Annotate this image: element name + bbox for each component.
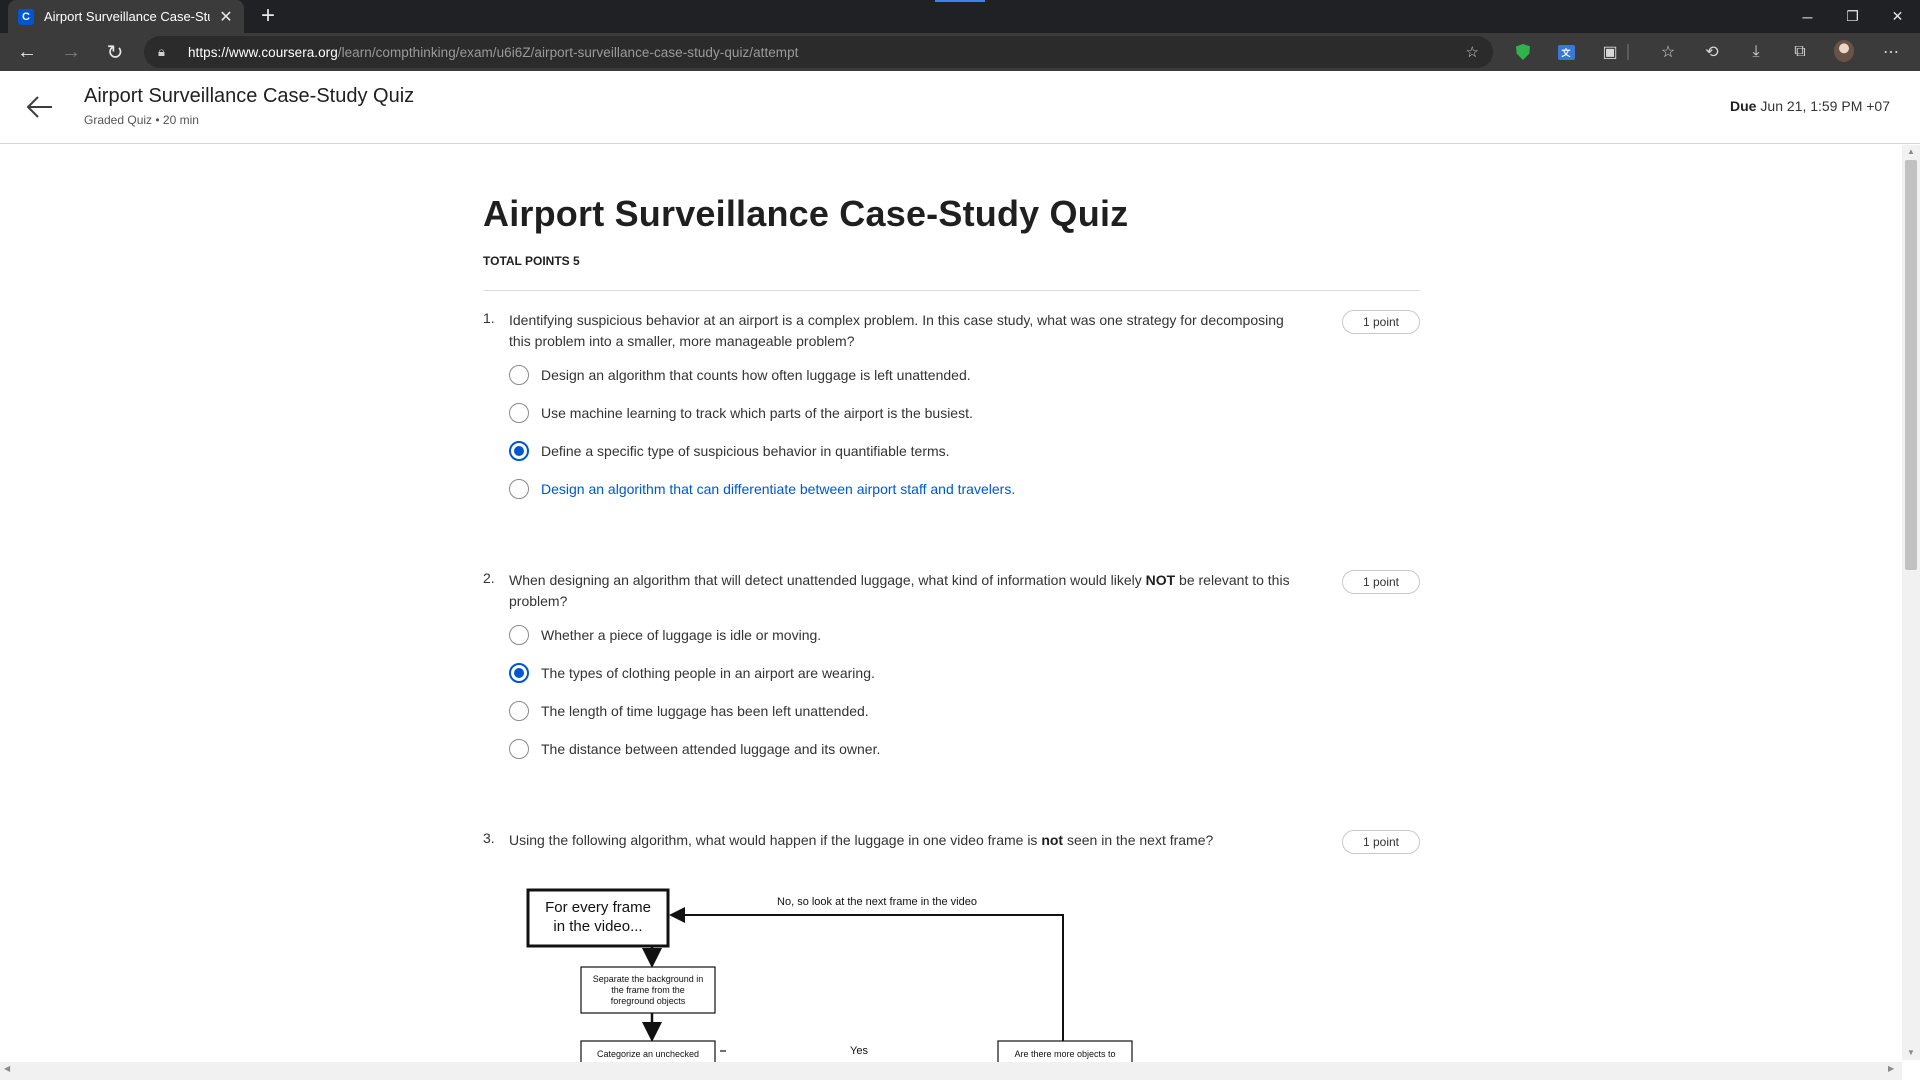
option-label: Design an algorithm that can differentia…	[541, 481, 1016, 497]
scroll-right-icon[interactable]: ▶	[1888, 1064, 1894, 1073]
answer-option[interactable]: Whether a piece of luggage is idle or mo…	[509, 623, 821, 647]
header-title: Airport Surveillance Case-Study Quiz	[84, 85, 415, 107]
shield-extension-icon[interactable]	[1513, 42, 1533, 62]
loop-label: No, so look at the next frame in the vid…	[777, 896, 977, 908]
option-label: The distance between attended luggage an…	[541, 741, 881, 757]
back-arrow-icon[interactable]	[26, 93, 56, 123]
favorites-icon[interactable]: ☆	[1658, 42, 1678, 62]
more-icon[interactable]: ⋯	[1881, 42, 1901, 62]
vertical-scroll-thumb[interactable]	[1905, 160, 1917, 570]
question-number: 1.	[483, 310, 495, 326]
radio-button[interactable]	[509, 479, 529, 499]
address-bar[interactable]: 🔒︎ https://www.coursera.org/learn/compth…	[144, 36, 1493, 68]
close-tab-icon[interactable]: ✕	[218, 7, 234, 27]
close-window-icon[interactable]: ✕	[1875, 0, 1920, 33]
browser-toolbar: ← → ↻ 🔒︎ https://www.coursera.org/learn/…	[0, 33, 1920, 71]
coursera-favicon-icon: C	[18, 8, 34, 25]
separate-box-line-2: the frame from the	[611, 985, 685, 995]
start-box-line-2: in the video...	[553, 918, 642, 935]
radio-button[interactable]	[509, 365, 529, 385]
radio-button[interactable]	[509, 403, 529, 423]
yes-label: Yes	[850, 1045, 868, 1057]
option-label: Use machine learning to track which part…	[541, 405, 973, 421]
answer-option[interactable]: Design an algorithm that can differentia…	[509, 477, 1015, 501]
header-subtitle: Graded Quiz • 20 min	[84, 113, 199, 127]
url-text: https://www.coursera.org/learn/compthink…	[188, 44, 799, 60]
vertical-scrollbar[interactable]: ▲ ▼	[1902, 145, 1920, 1060]
quiz-title: Airport Surveillance Case-Study Quiz	[483, 193, 1129, 234]
question-text: When designing an algorithm that will de…	[509, 572, 1290, 609]
answer-option[interactable]: Design an algorithm that counts how ofte…	[509, 363, 971, 387]
extensions-icon[interactable]: ⧉	[1790, 42, 1810, 62]
question-text: Identifying suspicious behavior at an ai…	[509, 312, 1284, 349]
points-badge: 1 point	[1342, 570, 1420, 594]
radio-button-checked[interactable]	[509, 663, 529, 683]
divider	[483, 290, 1420, 291]
points-badge: 1 point	[1342, 830, 1420, 854]
answer-option-selected[interactable]: The types of clothing people in an airpo…	[509, 661, 875, 685]
window-controls: ─ ❐ ✕	[1785, 0, 1920, 33]
answer-option-selected[interactable]: Define a specific type of suspicious beh…	[509, 439, 950, 463]
categorize-box-text: Categorize an unchecked	[597, 1049, 699, 1059]
profile-avatar[interactable]	[1834, 40, 1854, 62]
question-number: 3.	[483, 830, 495, 846]
algorithm-flowchart: For every frame in the video... Separate…	[526, 888, 1133, 1062]
add-favorite-icon[interactable]: ☆	[1466, 43, 1479, 61]
scroll-left-icon[interactable]: ◀	[4, 1064, 10, 1073]
browser-tab-bar: C Airport Surveillance Case-Study Quiz |…	[0, 0, 1920, 33]
question-number: 2.	[483, 570, 495, 586]
tab-drag-indicator	[935, 0, 985, 2]
option-label: The length of time luggage has been left…	[541, 703, 869, 719]
downloads-icon[interactable]: ⤓	[1746, 42, 1766, 62]
horizontal-scrollbar[interactable]: ◀ ▶	[0, 1062, 1902, 1080]
scroll-down-icon[interactable]: ▼	[1902, 1046, 1920, 1060]
more-objects-box-text: Are there more objects to	[1014, 1049, 1115, 1059]
points-badge: 1 point	[1342, 310, 1420, 334]
option-label: Define a specific type of suspicious beh…	[541, 443, 950, 459]
back-icon[interactable]: ←	[12, 37, 42, 67]
answer-option[interactable]: Use machine learning to track which part…	[509, 401, 973, 425]
tab-title: Airport Surveillance Case-Study Quiz | C…	[44, 9, 210, 24]
separate-box-line-1: Separate the background in	[593, 974, 704, 984]
answer-option[interactable]: The length of time luggage has been left…	[509, 699, 869, 723]
quiz-header: Airport Surveillance Case-Study Quiz Gra…	[0, 71, 1920, 144]
start-box-line-1: For every frame	[545, 899, 651, 916]
minimize-icon[interactable]: ─	[1785, 0, 1830, 33]
option-label: Design an algorithm that counts how ofte…	[541, 367, 971, 383]
history-icon[interactable]: ⟲	[1702, 42, 1722, 62]
due-date: Due Jun 21, 1:59 PM +07	[1729, 98, 1890, 114]
question-text: Using the following algorithm, what woul…	[509, 832, 1214, 848]
option-label: Whether a piece of luggage is idle or mo…	[541, 627, 822, 643]
total-points: TOTAL POINTS 5	[483, 254, 580, 268]
answer-option[interactable]: The distance between attended luggage an…	[509, 737, 880, 761]
radio-button-checked[interactable]	[509, 441, 529, 461]
radio-button[interactable]	[509, 701, 529, 721]
option-label: The types of clothing people in an airpo…	[541, 665, 875, 681]
toolbar-divider	[1627, 44, 1629, 60]
radio-button[interactable]	[509, 625, 529, 645]
forward-icon[interactable]: →	[56, 37, 86, 67]
separate-box-line-3: foreground objects	[611, 996, 686, 1006]
quiz-content: Airport Surveillance Case-Study Quiz TOT…	[0, 145, 1902, 1062]
browser-tab[interactable]: C Airport Surveillance Case-Study Quiz |…	[8, 0, 244, 33]
radio-button[interactable]	[509, 739, 529, 759]
restore-icon[interactable]: ❐	[1830, 0, 1875, 33]
lock-icon[interactable]: 🔒︎	[158, 44, 174, 60]
scroll-up-icon[interactable]: ▲	[1902, 145, 1920, 159]
collections-icon[interactable]: ▣	[1600, 42, 1620, 62]
new-tab-icon[interactable]: +	[255, 3, 281, 29]
reload-icon[interactable]: ↻	[100, 37, 130, 67]
translate-extension-icon[interactable]: 文	[1556, 42, 1576, 62]
loop-back-arrow	[669, 907, 1064, 1041]
